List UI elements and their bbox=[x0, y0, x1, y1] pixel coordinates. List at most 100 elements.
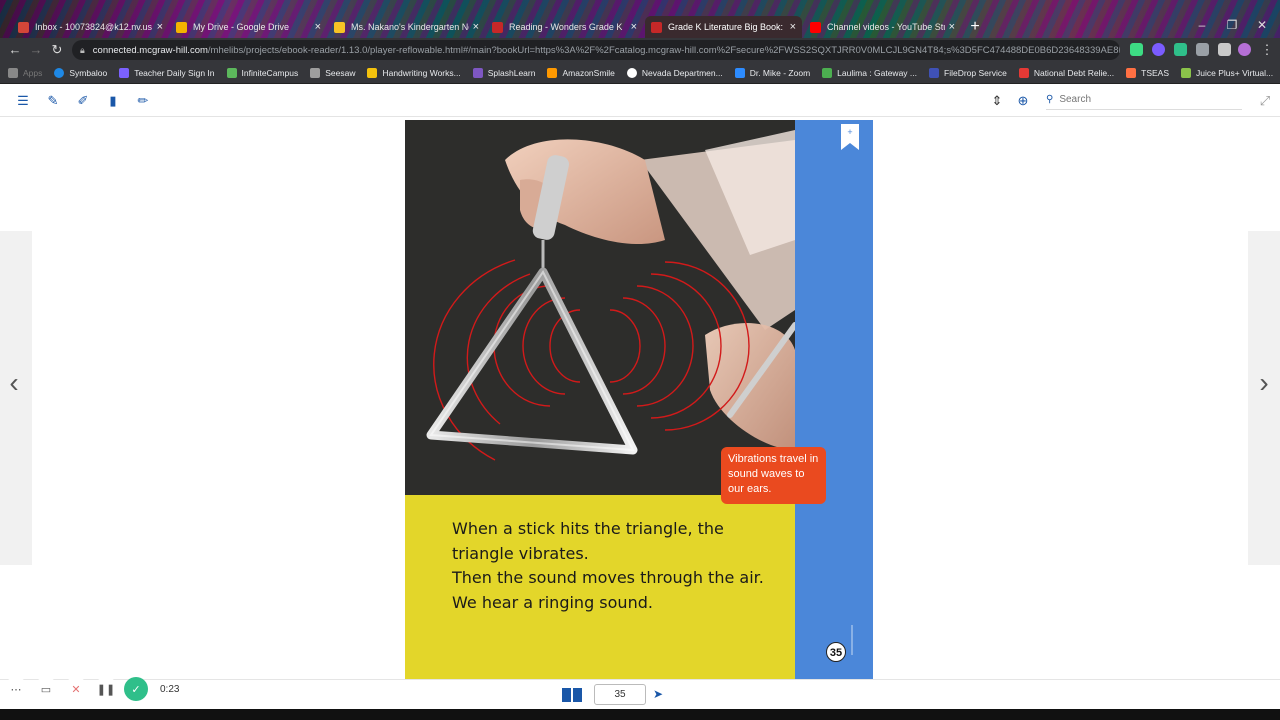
bookmark-national-debt[interactable]: National Debt Relie... bbox=[1018, 67, 1114, 78]
tab-inbox[interactable]: Inbox - 10073824@k12.nv.us - × bbox=[12, 16, 169, 38]
forward-icon[interactable]: → bbox=[27, 41, 45, 59]
close-tab-icon[interactable]: × bbox=[315, 21, 321, 33]
tab-big-book[interactable]: Grade K Literature Big Book: Clas× bbox=[645, 16, 802, 38]
pause-recording-icon[interactable]: ❚❚ bbox=[94, 677, 118, 701]
bookmark-laulima[interactable]: Laulima : Gateway ... bbox=[822, 67, 917, 78]
search-input[interactable] bbox=[1059, 94, 1230, 105]
maximize-icon[interactable]: ❐ bbox=[1222, 18, 1242, 32]
bookmark-seesaw[interactable]: Seesaw bbox=[310, 67, 355, 78]
extension-icon[interactable] bbox=[1152, 43, 1165, 56]
bookmark-juice-plus[interactable]: Juice Plus+ Virtual... bbox=[1181, 67, 1273, 78]
close-tab-icon[interactable]: × bbox=[949, 21, 955, 33]
tab-kindergarten-newsletter[interactable]: Ms. Nakano's Kindergarten New × bbox=[328, 16, 485, 38]
pen-icon[interactable]: ✐ bbox=[74, 92, 92, 110]
story-line: We hear a ringing sound. bbox=[452, 592, 653, 612]
fit-page-icon[interactable]: ⇕ bbox=[988, 92, 1006, 110]
close-window-icon[interactable]: ✕ bbox=[1252, 18, 1272, 32]
tab-youtube-studio[interactable]: Channel videos - YouTube Studio× bbox=[804, 16, 961, 38]
address-toolbar: ← → ↻ 🔒︎ connected.mcgraw-hill.com/mheli… bbox=[0, 38, 1280, 62]
search-field[interactable]: ⚲ bbox=[1046, 90, 1242, 110]
close-tab-icon[interactable]: × bbox=[790, 21, 796, 33]
book-page: When a stick hits the triangle, the tria… bbox=[405, 120, 873, 679]
extension-icon[interactable] bbox=[1174, 43, 1187, 56]
bookmark-filedrop[interactable]: FileDrop Service bbox=[929, 67, 1007, 78]
puzzle-icon[interactable] bbox=[1218, 43, 1231, 56]
screen-recorder-controls: ⋯ ▭ ✕ ❚❚ ✓ 0:23 bbox=[4, 677, 186, 701]
story-line: When a stick hits the triangle, the bbox=[452, 519, 724, 538]
reload-icon[interactable]: ↻ bbox=[48, 41, 66, 59]
lock-icon: 🔒︎ bbox=[80, 44, 85, 55]
bookmark-infinitecampus[interactable]: InfiniteCampus bbox=[226, 67, 298, 78]
drive-icon bbox=[176, 21, 187, 33]
bookmark-teacher-sign-in[interactable]: Teacher Daily Sign In bbox=[119, 67, 215, 78]
profile-avatar[interactable] bbox=[1238, 43, 1251, 56]
handwriting-icon bbox=[367, 67, 378, 78]
menu-kebab-icon[interactable]: ⋮ bbox=[1258, 41, 1276, 59]
bookmark-zoom[interactable]: Dr. Mike - Zoom bbox=[734, 67, 810, 78]
previous-page-panel[interactable]: ‹ bbox=[0, 231, 32, 565]
pager-bar: ➤ bbox=[0, 679, 1280, 709]
story-text-panel: When a stick hits the triangle, the tria… bbox=[405, 495, 795, 679]
bookmark-icon[interactable]: + bbox=[841, 124, 859, 150]
campus-icon bbox=[226, 67, 237, 78]
globe-icon bbox=[626, 67, 637, 78]
tab-reading-wonders[interactable]: Reading - Wonders Grade K × bbox=[486, 16, 643, 38]
bookmark-handwriting[interactable]: Handwriting Works... bbox=[367, 67, 461, 78]
close-tab-icon[interactable]: × bbox=[473, 21, 479, 33]
tseas-icon bbox=[1126, 67, 1137, 78]
story-line: triangle vibrates. bbox=[452, 543, 589, 563]
chevron-left-icon[interactable]: ‹ bbox=[4, 363, 24, 403]
bookmark-splashlearn[interactable]: SplashLearn bbox=[472, 67, 535, 78]
recording-timer: 0:23 bbox=[154, 680, 186, 698]
zoom-icon[interactable]: ⊕ bbox=[1014, 92, 1032, 110]
fullscreen-icon[interactable]: ⤢ bbox=[1256, 92, 1274, 110]
back-icon[interactable]: ← bbox=[6, 41, 24, 59]
bookmark-apps[interactable]: Apps bbox=[8, 67, 42, 78]
svg-text:+: + bbox=[847, 127, 852, 137]
page-number-input[interactable] bbox=[594, 684, 646, 705]
gmail-icon bbox=[18, 21, 29, 33]
chevron-right-icon[interactable]: › bbox=[1254, 363, 1274, 403]
extension-icon[interactable] bbox=[1130, 43, 1143, 56]
new-tab-button[interactable]: + bbox=[966, 18, 984, 36]
table-of-contents-icon[interactable]: ☰ bbox=[14, 92, 32, 110]
bookmarks-bar: Apps Symbaloo Teacher Daily Sign In Infi… bbox=[0, 62, 1280, 84]
splashlearn-icon bbox=[472, 67, 483, 78]
notebook-icon[interactable]: ▮ bbox=[104, 92, 122, 110]
pencil-icon[interactable]: ✏ bbox=[134, 92, 152, 110]
mcgraw-hill-icon bbox=[492, 21, 503, 33]
juice-plus-icon bbox=[1181, 67, 1192, 78]
caption-callout: Vibrations travel in sound waves to our … bbox=[721, 447, 826, 504]
discard-recording-icon[interactable]: ✕ bbox=[64, 677, 88, 701]
grid-extension-icon[interactable] bbox=[1196, 43, 1209, 56]
two-page-view-icon[interactable] bbox=[562, 688, 582, 702]
laulima-icon bbox=[822, 67, 833, 78]
story-line: Then the sound moves through the air. bbox=[452, 568, 764, 587]
flag-icon bbox=[1018, 67, 1029, 78]
address-bar[interactable]: 🔒︎ connected.mcgraw-hill.com/mhelibs/pro… bbox=[72, 40, 1120, 60]
symbaloo-icon bbox=[54, 67, 65, 78]
document-icon bbox=[334, 21, 345, 33]
tab-google-drive[interactable]: My Drive - Google Drive × bbox=[170, 16, 327, 38]
photo-credit bbox=[851, 625, 853, 655]
zoom-icon bbox=[734, 67, 745, 78]
close-tab-icon[interactable]: × bbox=[631, 21, 637, 33]
close-tab-icon[interactable]: × bbox=[157, 21, 163, 33]
book-viewer: ‹ › When a stick hits the triangle, the … bbox=[0, 117, 1280, 679]
finish-recording-icon[interactable]: ✓ bbox=[124, 677, 148, 701]
mcgraw-hill-icon bbox=[651, 21, 662, 33]
triangle-illustration bbox=[426, 130, 795, 461]
bookmark-amazonsmile[interactable]: AmazonSmile bbox=[547, 67, 615, 78]
page-number-badge: 35 bbox=[826, 642, 846, 662]
highlighter-icon[interactable]: ✎ bbox=[44, 92, 62, 110]
bookmark-nevada-department[interactable]: Nevada Departmen... bbox=[626, 67, 723, 78]
bookmark-tseas[interactable]: TSEAS bbox=[1126, 67, 1169, 78]
next-page-panel[interactable]: › bbox=[1248, 231, 1280, 565]
more-options-icon[interactable]: ⋯ bbox=[4, 677, 28, 701]
camera-toggle-icon[interactable]: ▭ bbox=[34, 677, 58, 701]
minimize-icon[interactable]: – bbox=[1192, 18, 1212, 32]
go-to-page-icon[interactable]: ➤ bbox=[650, 686, 666, 702]
bookmark-symbaloo[interactable]: Symbaloo bbox=[54, 67, 107, 78]
browser-tab-strip: Inbox - 10073824@k12.nv.us - × My Drive -… bbox=[0, 0, 1280, 38]
search-icon: ⚲ bbox=[1046, 94, 1054, 105]
